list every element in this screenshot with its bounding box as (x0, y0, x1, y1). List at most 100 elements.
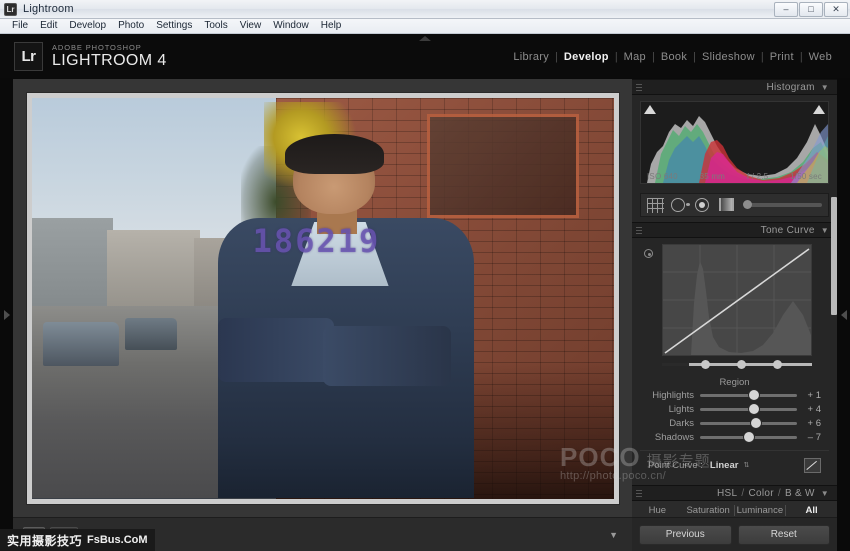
hsl-title-hsl[interactable]: HSL (717, 488, 737, 499)
tone-curve-body: Region Highlights + 1 Lights + 4 Darks +… (632, 238, 837, 485)
bottom-watermark: 实用摄影技巧 FsBus.CoM (0, 529, 155, 551)
module-develop[interactable]: Develop (558, 51, 615, 63)
module-map[interactable]: Map (618, 51, 652, 63)
histogram-panel-header[interactable]: Histogram ▼ (632, 79, 837, 95)
close-button[interactable]: ✕ (824, 1, 848, 17)
brand-sub: ADOBE PHOTOSHOP (52, 42, 142, 52)
menu-tools[interactable]: Tools (198, 19, 233, 33)
menu-window[interactable]: Window (267, 19, 315, 33)
menubar: File Edit Develop Photo Settings Tools V… (0, 19, 850, 34)
range-split-shadows[interactable] (701, 360, 710, 369)
red-eye-correction-icon[interactable] (695, 197, 712, 213)
slider-shadows-knob[interactable] (743, 431, 754, 442)
slider-lights-label: Lights (668, 403, 694, 415)
point-curve-row: Point Curve : Linear ⇅ (640, 450, 829, 479)
slider-highlights-track[interactable] (700, 389, 797, 400)
lightroom-logo-icon: Lr (14, 42, 43, 71)
chevron-down-icon[interactable]: ▼ (821, 226, 829, 235)
hsl-panel-header[interactable]: HSL / Color / B & W ▼ (632, 485, 837, 501)
slider-darks-knob[interactable] (751, 417, 762, 428)
panel-bottom-buttons: Previous Reset (632, 517, 837, 551)
panel-grip-icon (636, 490, 642, 498)
tone-curve-graph[interactable] (662, 244, 812, 356)
range-split-highlights[interactable] (773, 360, 782, 369)
photo-car-back (124, 318, 177, 351)
bottom-watermark-cn: 实用摄影技巧 (7, 533, 83, 548)
tab-hue[interactable]: Hue (632, 505, 683, 516)
histogram-graph[interactable]: ISO 640 35 mm f / 2.5 1/50 sec (640, 101, 829, 184)
hsl-title-bw[interactable]: B & W (785, 488, 815, 499)
tab-saturation[interactable]: Saturation (683, 505, 734, 516)
minimize-button[interactable]: – (774, 1, 798, 17)
module-slideshow[interactable]: Slideshow (696, 51, 761, 63)
module-library[interactable]: Library (507, 51, 555, 63)
histogram-svg (641, 102, 828, 183)
identity-plate[interactable]: Lr ADOBE PHOTOSHOP LIGHTROOM 4 (14, 42, 167, 71)
spot-removal-icon[interactable] (671, 197, 688, 213)
point-curve-value[interactable]: Linear (710, 460, 739, 471)
histogram-panel-title: Histogram (766, 81, 815, 93)
exif-shutter-speed: 1/50 sec (790, 172, 822, 181)
bottom-watermark-en: FsBus.CoM (87, 534, 148, 546)
slider-darks-track[interactable] (700, 417, 797, 428)
right-panel: Histogram ▼ ISO 640 35 mm f / 2.5 1/50 s… (632, 79, 837, 551)
chevron-down-icon[interactable]: ▼ (821, 83, 829, 92)
targeted-adjustment-tool-icon[interactable] (644, 249, 653, 258)
window-titlebar: Lr Lightroom – □ ✕ (0, 0, 850, 19)
menu-photo[interactable]: Photo (112, 19, 150, 33)
chevron-right-icon (3, 310, 10, 320)
slider-highlights-knob[interactable] (748, 389, 759, 400)
hsl-title-sep2: / (777, 487, 781, 499)
point-curve-label: Point Curve : (648, 460, 703, 471)
photo-subject-arm-right (322, 326, 451, 387)
slider-shadows-label: Shadows (654, 431, 694, 443)
slider-lights-track[interactable] (700, 403, 797, 414)
menu-settings[interactable]: Settings (150, 19, 198, 33)
photo-image[interactable]: 186219 (31, 97, 614, 499)
photo-subject-hair (284, 133, 384, 174)
highlight-clipping-indicator[interactable] (813, 105, 825, 114)
crop-overlay-icon[interactable] (647, 197, 664, 213)
menu-help[interactable]: Help (315, 19, 348, 33)
toolbar-options-chevron-icon[interactable]: ▼ (609, 530, 622, 540)
edit-point-curve-button[interactable] (804, 458, 821, 473)
tab-all[interactable]: All (786, 505, 837, 516)
module-web[interactable]: Web (803, 51, 838, 63)
hsl-title-color[interactable]: Color (748, 488, 773, 499)
right-panel-scrollbar[interactable] (831, 197, 837, 315)
range-split-midtones[interactable] (737, 360, 746, 369)
reset-button[interactable]: Reset (737, 524, 830, 545)
slider-lights-value: + 4 (807, 403, 821, 415)
module-book[interactable]: Book (655, 51, 693, 63)
slider-lights-knob[interactable] (749, 403, 760, 414)
point-curve-stepper-icon[interactable]: ⇅ (743, 462, 749, 470)
adjustment-brush-amount-slider[interactable] (743, 200, 822, 209)
slider-shadows[interactable]: Shadows – 7 (640, 430, 829, 444)
exif-focal-length: 35 mm (699, 172, 726, 181)
tone-curve-panel-title: Tone Curve (760, 224, 815, 236)
top-panel-collapse-arrow[interactable] (412, 34, 438, 42)
tab-luminance[interactable]: Luminance (735, 505, 786, 516)
module-bar: Lr ADOBE PHOTOSHOP LIGHTROOM 4 Library |… (0, 34, 850, 79)
slider-highlights[interactable]: Highlights + 1 (640, 388, 829, 402)
menu-view[interactable]: View (234, 19, 268, 33)
left-panel-collapse-strip[interactable] (0, 79, 13, 551)
tone-curve-panel-header[interactable]: Tone Curve ▼ (632, 222, 837, 238)
menu-edit[interactable]: Edit (34, 19, 63, 33)
slider-shadows-track[interactable] (700, 431, 797, 442)
tone-curve-range-sliders[interactable] (662, 359, 812, 369)
graduated-filter-icon[interactable] (719, 197, 736, 213)
right-panel-collapse-strip[interactable] (837, 79, 850, 551)
menu-file[interactable]: File (6, 19, 34, 33)
image-canvas[interactable]: 186219 (13, 79, 632, 517)
slider-darks[interactable]: Darks + 6 (640, 416, 829, 430)
chevron-up-icon (419, 35, 431, 41)
maximize-button[interactable]: □ (799, 1, 823, 17)
shadow-clipping-indicator[interactable] (644, 105, 656, 114)
menu-develop[interactable]: Develop (63, 19, 112, 33)
slider-darks-label: Darks (669, 417, 694, 429)
module-print[interactable]: Print (764, 51, 800, 63)
chevron-down-icon[interactable]: ▼ (821, 489, 829, 498)
previous-button[interactable]: Previous (639, 524, 732, 545)
slider-lights[interactable]: Lights + 4 (640, 402, 829, 416)
